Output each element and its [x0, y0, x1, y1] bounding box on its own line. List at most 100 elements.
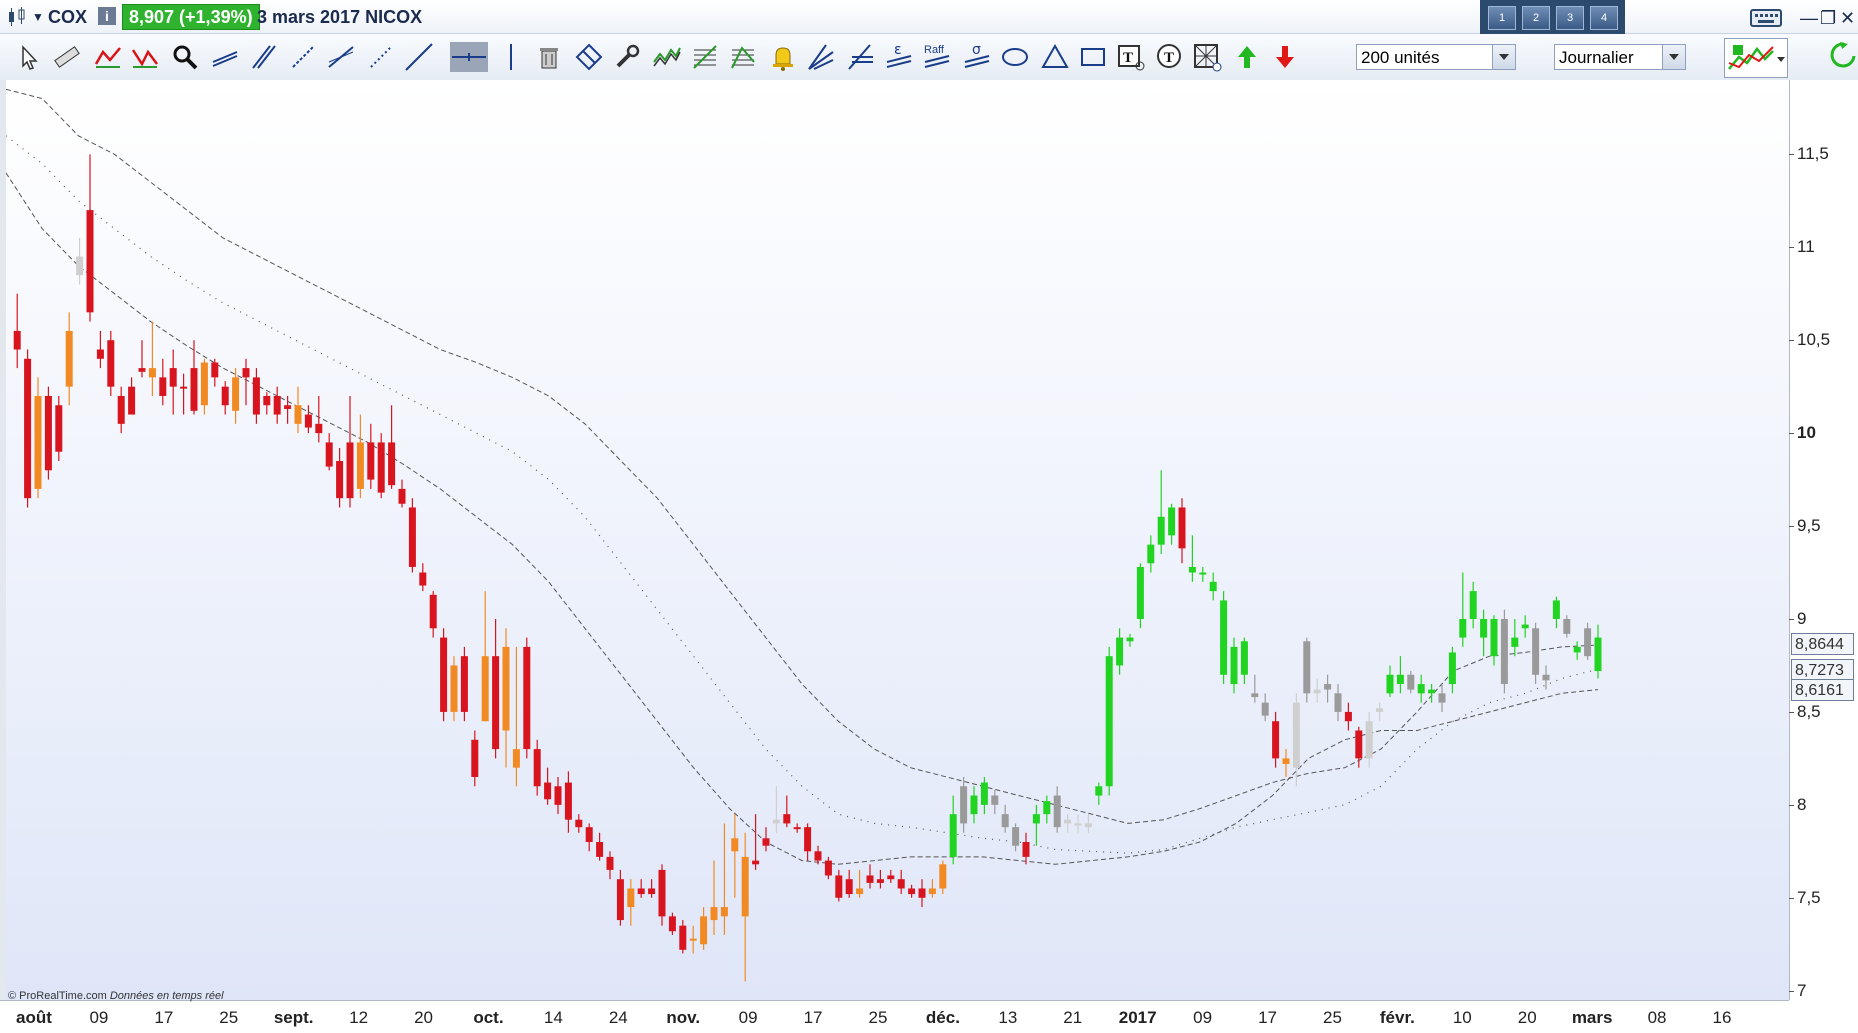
credit-brand: © ProRealTime.com	[8, 990, 107, 1002]
candle-body	[689, 938, 697, 941]
symbol-label[interactable]: COX	[48, 7, 87, 28]
candle-body	[1282, 758, 1290, 764]
segment-tool[interactable]	[288, 42, 318, 72]
line-tool[interactable]	[366, 42, 396, 72]
candle-body	[1448, 652, 1456, 685]
refresh-icon	[1830, 42, 1856, 68]
x-tick-label: 10	[1452, 1008, 1472, 1027]
properties-tool[interactable]	[612, 42, 642, 72]
fib-retracement-tool[interactable]	[690, 42, 720, 72]
minimize-button[interactable]: —	[1800, 8, 1818, 29]
pointer-tool[interactable]	[14, 42, 44, 72]
alert-tool[interactable]	[768, 42, 798, 72]
candle-body	[1209, 581, 1217, 592]
buy-arrow-tool[interactable]	[1232, 42, 1262, 72]
text-tool[interactable]: T	[1116, 42, 1146, 72]
workspace-tab-2[interactable]: 2	[1522, 6, 1550, 30]
zigzag-tool[interactable]	[93, 42, 123, 72]
raff-channel-tool[interactable]: Raff	[922, 42, 952, 72]
trendline-tool-1[interactable]	[210, 42, 240, 72]
candle-body	[637, 888, 645, 895]
candle-body	[481, 656, 489, 722]
ruler-tool[interactable]	[52, 42, 82, 72]
candle-body	[388, 442, 396, 486]
workspace-tab-4[interactable]: 4	[1590, 6, 1618, 30]
text-box-icon: T	[1118, 45, 1145, 71]
units-select[interactable]: 200 unités	[1356, 44, 1516, 70]
gann-tool[interactable]	[1192, 42, 1222, 72]
pattern-tool[interactable]	[130, 42, 160, 72]
x-tick-label: 2017	[1118, 1008, 1157, 1027]
chevron-down-icon[interactable]	[1662, 45, 1685, 69]
zigzag-icon	[94, 47, 121, 68]
ellipse-tool[interactable]	[1000, 42, 1030, 72]
ray-tool[interactable]	[326, 42, 356, 72]
arc-tool[interactable]	[846, 42, 876, 72]
sigma-glyph: σ	[972, 42, 981, 58]
rectangle-tool[interactable]	[1078, 42, 1108, 72]
candle-body	[1594, 637, 1602, 672]
fan-tool[interactable]	[806, 42, 836, 72]
y-tick-label: 8	[1797, 794, 1807, 814]
candle-body	[190, 368, 198, 411]
info-icon[interactable]: i	[98, 7, 116, 25]
candle	[107, 330, 115, 396]
candle-body	[1012, 827, 1020, 846]
comment-tool[interactable]: T	[1154, 42, 1184, 72]
candle-body	[419, 572, 427, 586]
workspace-tab-1[interactable]: 1	[1488, 6, 1516, 30]
candle	[377, 433, 385, 499]
fibonacci-tool[interactable]	[652, 42, 682, 72]
trendline-tool-2[interactable]	[248, 42, 278, 72]
candle-body	[564, 782, 572, 820]
candle	[1220, 591, 1228, 685]
channel-icon	[252, 45, 276, 69]
candle-body	[1563, 618, 1571, 634]
units-value: 200 unités	[1361, 48, 1440, 67]
candle-body	[908, 888, 916, 895]
speech-bubble-icon: T	[1157, 44, 1181, 68]
extended-line-tool[interactable]	[404, 42, 434, 72]
candle-body	[1240, 641, 1248, 675]
candle-body	[1438, 693, 1446, 703]
epsilon-glyph: ε	[894, 42, 902, 58]
price-axis[interactable]	[1789, 80, 1858, 1000]
chevron-down-icon[interactable]	[1492, 45, 1515, 69]
move-tool[interactable]	[574, 42, 604, 72]
candle-body	[762, 838, 770, 846]
zoom-tool[interactable]	[170, 42, 200, 72]
vertical-line-tool[interactable]	[496, 42, 526, 72]
x-tick-label: 21	[1063, 1008, 1083, 1027]
candle-body	[897, 879, 905, 889]
price-chart[interactable]	[6, 80, 1789, 1000]
fib-projection-tool[interactable]	[728, 42, 758, 72]
regression-tool[interactable]: ε	[884, 42, 914, 72]
symbol-dropdown-icon[interactable]: ▼	[32, 10, 44, 24]
x-tick-label: 20	[1517, 1008, 1537, 1027]
candle-body	[159, 377, 167, 396]
sell-arrow-tool[interactable]	[1270, 42, 1300, 72]
delete-tool[interactable]	[534, 42, 564, 72]
candle-body	[128, 386, 136, 415]
period-select[interactable]: Journalier	[1554, 44, 1686, 70]
candle-body	[34, 395, 42, 489]
candle-body	[304, 414, 312, 428]
indicators-button[interactable]	[1724, 38, 1788, 78]
fib-projection-icon	[731, 46, 755, 69]
horizontal-line-icon	[452, 53, 486, 61]
std-deviation-tool[interactable]: σ	[962, 42, 992, 72]
restore-button[interactable]: ❐	[1820, 8, 1836, 29]
price-level-box: 8,8644	[1791, 633, 1854, 656]
data-credit: © ProRealTime.com Données en temps réel	[8, 990, 224, 1002]
y-tick-mark	[1789, 711, 1794, 713]
triangle-tool[interactable]	[1040, 42, 1070, 72]
close-button[interactable]: ✕	[1840, 8, 1855, 29]
keyboard-icon[interactable]	[1750, 8, 1782, 28]
workspace-tab-3[interactable]: 3	[1556, 6, 1584, 30]
price-level-box: 8,7273	[1791, 658, 1854, 681]
indicators-icon	[1728, 45, 1785, 70]
candle	[1136, 563, 1144, 629]
horizontal-line-tool[interactable]	[450, 42, 488, 72]
refresh-button[interactable]	[1828, 40, 1858, 70]
candle-body	[668, 916, 676, 932]
